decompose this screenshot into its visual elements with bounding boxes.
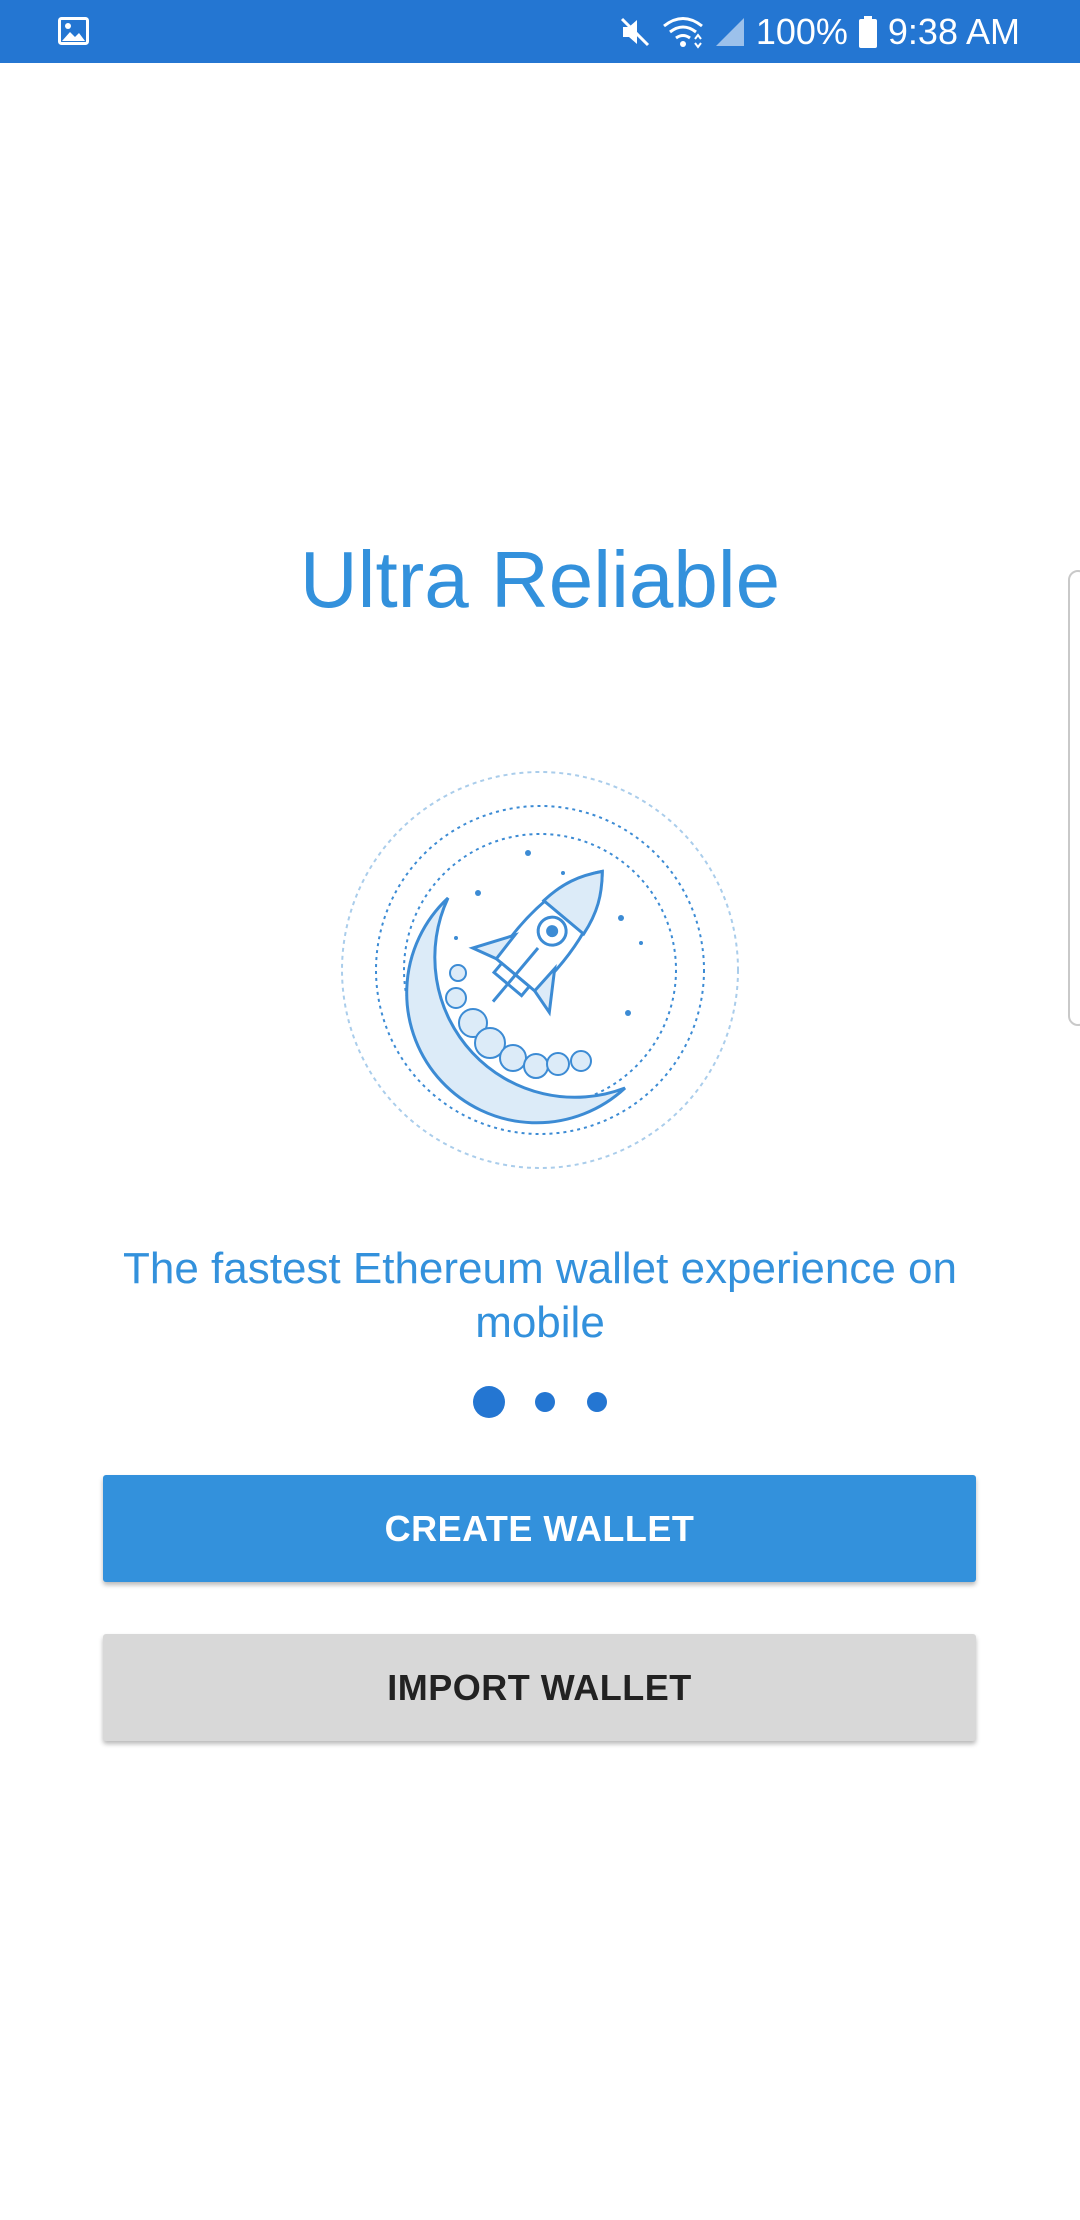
- status-bar: 100% 9:38 AM: [0, 0, 1080, 63]
- import-wallet-button[interactable]: IMPORT WALLET: [103, 1634, 976, 1741]
- edge-panel-handle[interactable]: [1068, 570, 1080, 1026]
- onboarding-screen: 100% 9:38 AM Ultra Reliable The fastest …: [0, 0, 1080, 2220]
- clock: 9:38 AM: [887, 11, 1020, 52]
- page-dot-2[interactable]: [535, 1392, 555, 1412]
- mute-icon: [620, 17, 649, 46]
- battery-icon: [858, 15, 877, 48]
- onboarding-description: The fastest Ethereum wallet experience o…: [122, 1244, 957, 1347]
- gallery-icon: [58, 17, 89, 45]
- page-indicator[interactable]: [0, 1386, 1080, 1418]
- battery-percent: 100%: [755, 11, 848, 52]
- page-dot-3[interactable]: [587, 1392, 607, 1412]
- signal-icon: [715, 17, 744, 46]
- status-icons: 100% 9:38 AM: [618, 0, 1020, 63]
- page-title: Ultra Reliable: [299, 535, 781, 624]
- wifi-icon: [662, 16, 703, 49]
- rocket-launch-icon: [341, 771, 739, 1169]
- create-wallet-button[interactable]: CREATE WALLET: [103, 1475, 976, 1582]
- page-dot-1[interactable]: [473, 1386, 505, 1418]
